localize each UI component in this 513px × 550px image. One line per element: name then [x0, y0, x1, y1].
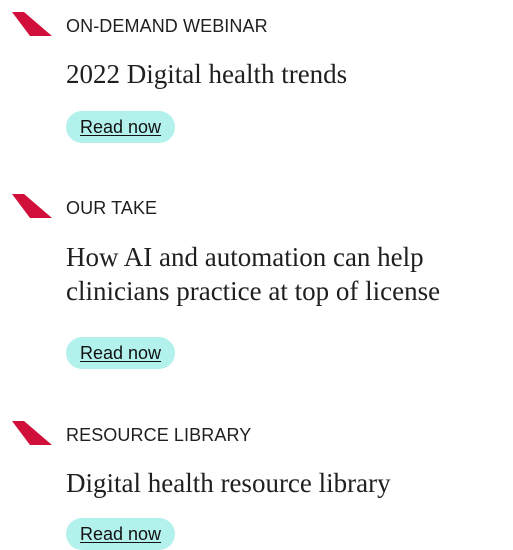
card-eyebrow: RESOURCE LIBRARY — [66, 425, 252, 445]
card-title-line: How AI and automation can help — [66, 242, 424, 272]
read-now-button[interactable]: Read now — [66, 111, 176, 143]
card-eyebrow: OUR TAKE — [66, 198, 158, 218]
red-slash-marker-icon — [12, 421, 52, 445]
card-title-line: clinicians practice at top of license — [66, 276, 441, 306]
read-now-button[interactable]: Read now — [66, 518, 176, 550]
card-title[interactable]: How AI and automation can help clinician… — [66, 240, 506, 308]
card-eyebrow: ON-DEMAND WEBINAR — [66, 16, 268, 36]
read-now-button[interactable]: Read now — [66, 337, 176, 369]
red-slash-marker-icon — [12, 194, 52, 218]
card-title[interactable]: Digital health resource library — [66, 466, 506, 500]
card-title-line: 2022 Digital health trends — [66, 59, 348, 89]
card-title-line: Digital health resource library — [66, 468, 391, 498]
card-title[interactable]: 2022 Digital health trends — [66, 57, 506, 91]
red-slash-marker-icon — [12, 12, 52, 36]
